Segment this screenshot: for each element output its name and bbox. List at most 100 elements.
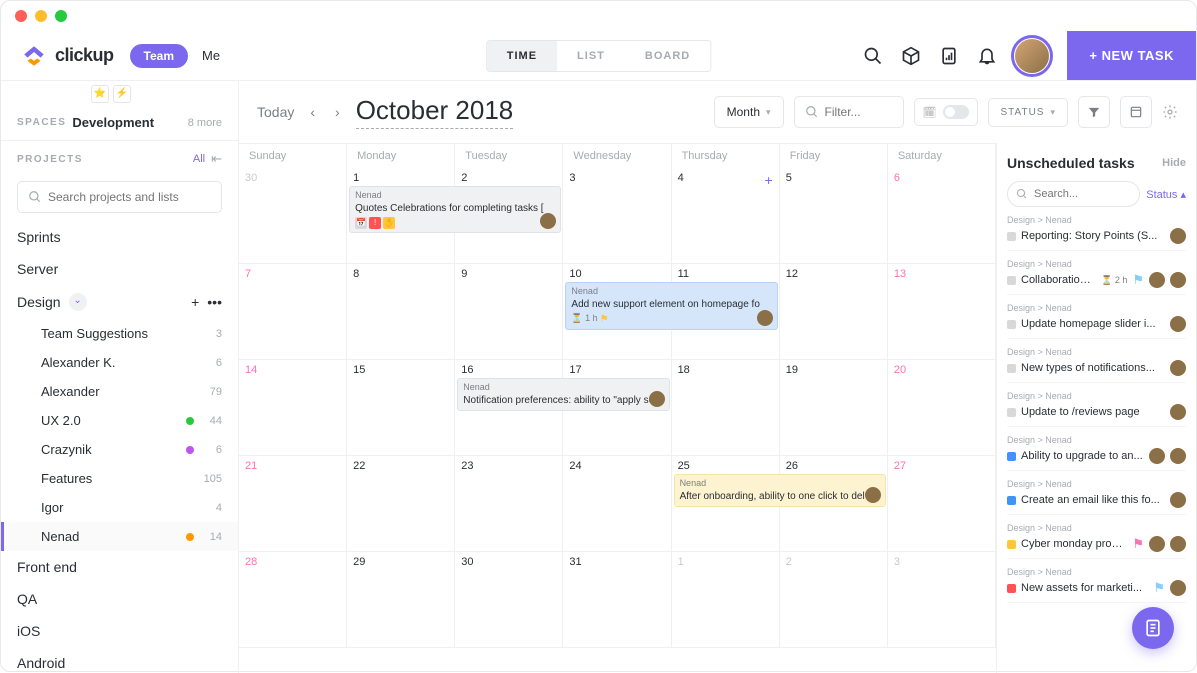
project-server[interactable]: Server xyxy=(1,253,238,285)
calendar-cell[interactable]: 15 xyxy=(347,360,455,456)
calendar-cell[interactable]: 12 xyxy=(780,264,888,360)
close-window-dot[interactable] xyxy=(15,10,27,22)
calendar-cell[interactable]: 22 xyxy=(347,456,455,552)
task-card[interactable]: NenadNotification preferences: ability t… xyxy=(457,378,669,411)
calendar-cell[interactable]: 23 xyxy=(455,456,563,552)
calendar-cell[interactable]: 20 xyxy=(888,360,996,456)
calendar-cell[interactable]: 3 xyxy=(563,168,671,264)
next-month-button[interactable]: › xyxy=(331,104,344,120)
calendar-cell[interactable]: 30 xyxy=(455,552,563,648)
calendar-cell[interactable]: 9 xyxy=(455,264,563,360)
calendar-cell[interactable]: 18 xyxy=(672,360,780,456)
calendar-cell[interactable]: 1NenadQuotes Celebrations for completing… xyxy=(347,168,455,264)
sidebar-search-input[interactable] xyxy=(17,181,222,213)
unscheduled-panel: Unscheduled tasks Hide Status ▴ Design >… xyxy=(996,143,1196,673)
unscheduled-status-filter[interactable]: Status ▴ xyxy=(1146,188,1186,201)
calendar-cell[interactable]: 25NenadAfter onboarding, ability to one … xyxy=(672,456,780,552)
list-item[interactable]: Igor4 xyxy=(1,493,238,522)
project-ios[interactable]: iOS xyxy=(1,615,238,647)
unscheduled-task[interactable]: Design > Nenad Reporting: Story Points (… xyxy=(1007,215,1186,251)
status-filter[interactable]: STATUS▾ xyxy=(988,98,1069,127)
collapse-sidebar-icon[interactable]: ⇤ xyxy=(211,151,222,167)
list-item[interactable]: Team Suggestions3 xyxy=(1,319,238,348)
calendar-cell[interactable]: 19 xyxy=(780,360,888,456)
unscheduled-task[interactable]: Design > Nenad Update homepage slider i.… xyxy=(1007,303,1186,339)
project-qa[interactable]: QA xyxy=(1,583,238,615)
calendar-cell[interactable]: 30 xyxy=(239,168,347,264)
bell-icon[interactable] xyxy=(977,46,997,66)
calendar-cell[interactable]: 13 xyxy=(888,264,996,360)
space-development[interactable]: Development xyxy=(72,115,154,130)
unscheduled-task[interactable]: Design > Nenad Create an email like this… xyxy=(1007,479,1186,515)
notepad-fab[interactable] xyxy=(1132,607,1174,649)
me-link[interactable]: Me xyxy=(202,48,220,63)
gear-icon[interactable] xyxy=(1162,104,1178,120)
calendar-cell[interactable]: 2 xyxy=(780,552,888,648)
new-task-button[interactable]: + NEW TASK xyxy=(1067,31,1196,80)
projects-all-link[interactable]: All xyxy=(193,153,205,165)
unscheduled-task[interactable]: Design > Nenad Cyber monday promo ... ⚑ xyxy=(1007,523,1186,559)
logo[interactable]: clickup xyxy=(21,43,114,69)
task-card[interactable]: NenadAfter onboarding, ability to one cl… xyxy=(674,474,886,507)
today-button[interactable]: Today xyxy=(257,104,294,120)
search-icon[interactable] xyxy=(863,46,883,66)
calendar-cell[interactable]: 16NenadNotification preferences: ability… xyxy=(455,360,563,456)
calendar-cell[interactable]: 8 xyxy=(347,264,455,360)
unscheduled-search-input[interactable] xyxy=(1007,181,1140,207)
calendar-title[interactable]: October 2018 xyxy=(356,95,514,129)
unscheduled-task[interactable]: Design > Nenad New assets for marketi...… xyxy=(1007,567,1186,603)
calendar-cell[interactable]: 29 xyxy=(347,552,455,648)
list-item[interactable]: Features105 xyxy=(1,464,238,493)
team-pill[interactable]: Team xyxy=(130,44,188,68)
calendar-cell[interactable]: 27 xyxy=(888,456,996,552)
prev-month-button[interactable]: ‹ xyxy=(306,104,319,120)
more-options-icon[interactable]: ••• xyxy=(207,294,222,310)
calendar-cell[interactable]: 4+ xyxy=(672,168,780,264)
unscheduled-task[interactable]: Design > Nenad Ability to upgrade to an.… xyxy=(1007,435,1186,471)
project-design[interactable]: Design ⌄ + ••• xyxy=(1,285,238,319)
add-task-icon[interactable]: + xyxy=(765,172,773,188)
calendar-cell[interactable]: 3 xyxy=(888,552,996,648)
unscheduled-task[interactable]: Design > Nenad Collaboration De... ⏳ 2 h… xyxy=(1007,259,1186,295)
range-selector[interactable]: Month▾ xyxy=(714,96,784,128)
add-list-icon[interactable]: + xyxy=(191,294,199,310)
filter-icon[interactable] xyxy=(1078,96,1110,128)
list-item[interactable]: UX 2.044 xyxy=(1,406,238,435)
project-frontend[interactable]: Front end xyxy=(1,551,238,583)
calendar-cell[interactable]: 24 xyxy=(563,456,671,552)
calendar-cell[interactable]: 7 xyxy=(239,264,347,360)
unscheduled-task[interactable]: Design > Nenad New types of notification… xyxy=(1007,347,1186,383)
view-tab-board[interactable]: BOARD xyxy=(625,41,710,71)
list-item[interactable]: Alexander K.6 xyxy=(1,348,238,377)
task-card[interactable]: NenadQuotes Celebrations for completing … xyxy=(349,186,561,233)
hide-panel-button[interactable]: Hide xyxy=(1162,157,1186,169)
project-sprints[interactable]: Sprints xyxy=(1,221,238,253)
minimize-window-dot[interactable] xyxy=(35,10,47,22)
weekend-toggle[interactable]: 🗓 xyxy=(914,98,978,126)
box-icon[interactable] xyxy=(901,46,921,66)
bolt-badge[interactable]: ⚡ xyxy=(113,85,131,103)
list-item[interactable]: Alexander79 xyxy=(1,377,238,406)
calendar-cell[interactable]: 21 xyxy=(239,456,347,552)
unscheduled-task[interactable]: Design > Nenad Update to /reviews page xyxy=(1007,391,1186,427)
view-tab-list[interactable]: LIST xyxy=(557,41,625,71)
user-avatar[interactable] xyxy=(1015,39,1049,73)
archive-icon[interactable] xyxy=(1120,96,1152,128)
view-tab-time[interactable]: TIME xyxy=(487,41,557,71)
calendar-cell[interactable]: 10NenadAdd new support element on homepa… xyxy=(563,264,671,360)
project-android[interactable]: Android xyxy=(1,647,238,673)
calendar-cell[interactable]: 14 xyxy=(239,360,347,456)
calendar-cell[interactable]: 1 xyxy=(672,552,780,648)
list-item[interactable]: Crazynik6 xyxy=(1,435,238,464)
calendar-cell[interactable]: 28 xyxy=(239,552,347,648)
list-item[interactable]: Nenad14 xyxy=(1,522,238,551)
maximize-window-dot[interactable] xyxy=(55,10,67,22)
star-badge[interactable]: ⭐ xyxy=(91,85,109,103)
task-card[interactable]: NenadAdd new support element on homepage… xyxy=(565,282,777,330)
filter-input[interactable] xyxy=(794,96,904,128)
calendar-cell[interactable]: 31 xyxy=(563,552,671,648)
calendar-cell[interactable]: 6 xyxy=(888,168,996,264)
spaces-more[interactable]: 8 more xyxy=(188,117,222,129)
calendar-cell[interactable]: 5 xyxy=(780,168,888,264)
clipboard-icon[interactable] xyxy=(939,46,959,66)
